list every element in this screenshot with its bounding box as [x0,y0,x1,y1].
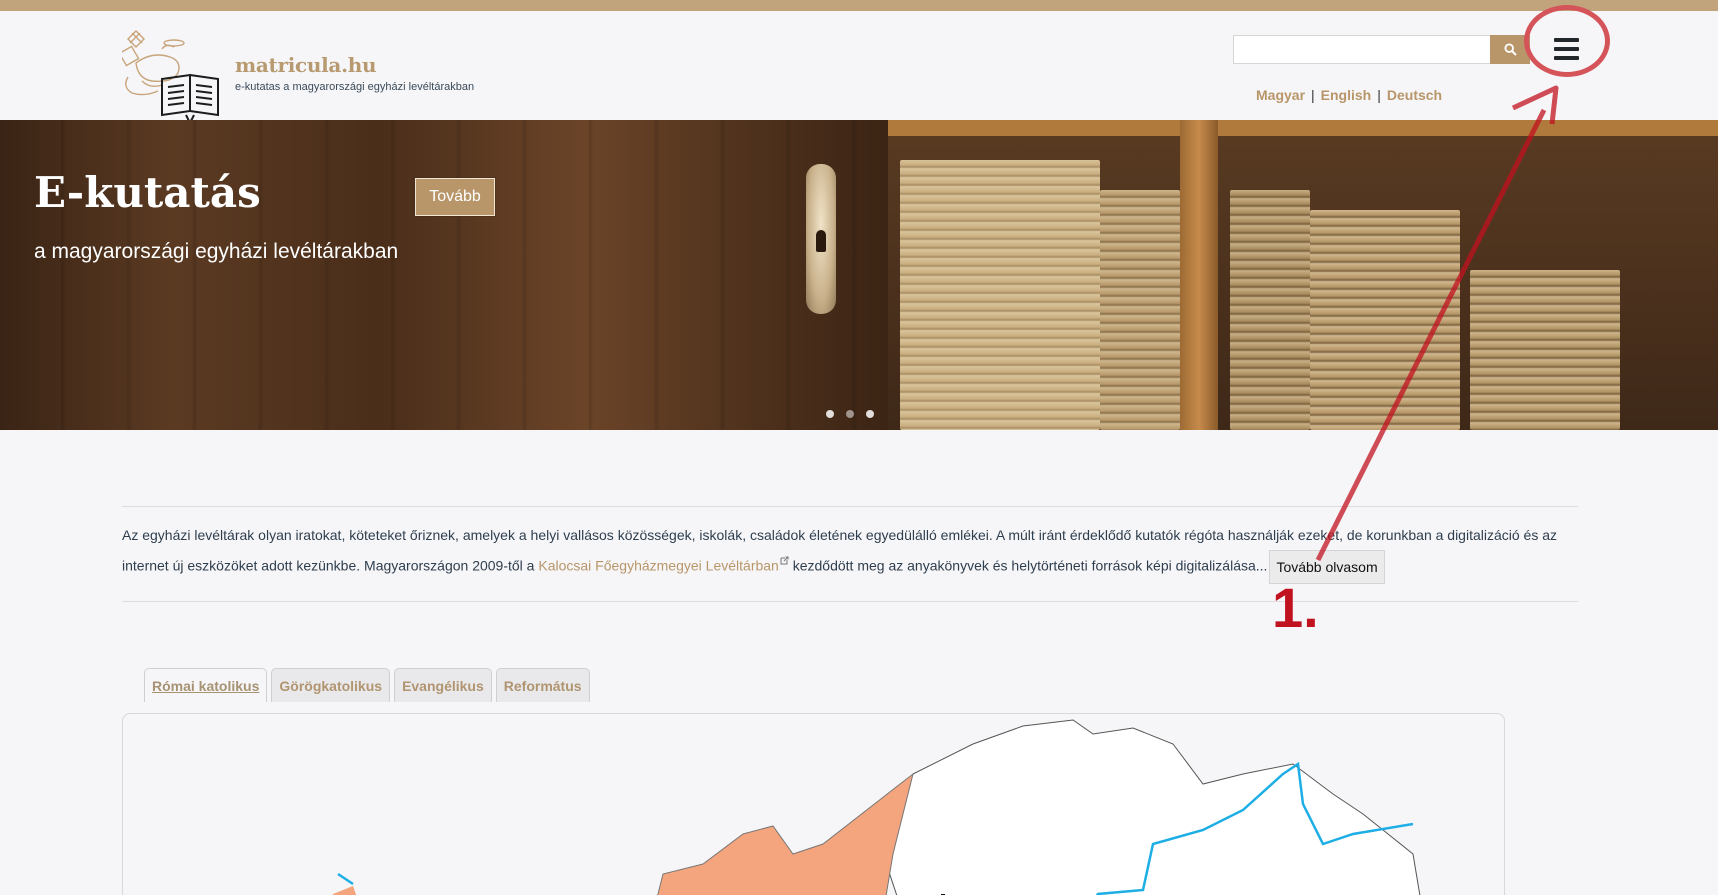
paper-stack [1470,270,1620,430]
hungary-diocese-map[interactable] [123,714,1505,895]
lang-separator: | [1377,87,1381,103]
lang-link-english[interactable]: English [1321,87,1372,103]
map-region-white[interactable] [882,719,1423,895]
intro-text-continued: kezdődött meg az anyakönyvek és helytört… [788,557,1268,574]
paper-stack [900,160,1100,430]
tab-greek-catholic[interactable]: Görögkatolikus [271,668,391,702]
diocese-map-panel [122,713,1505,895]
language-switcher: Magyar | English | Deutsch [1256,87,1442,103]
paper-stack [1310,210,1460,430]
site-name[interactable]: matricula.hu [235,53,377,77]
map-border-blue-small [337,872,354,886]
site-logo[interactable] [122,27,232,125]
annotation-step-label: 1. [1272,576,1319,639]
hero-carousel: E-kutatás a magyarországi egyházi levélt… [0,120,1718,430]
intro-paragraph: Az egyházi levéltárak olyan iratokat, kö… [122,521,1582,584]
tab-evangelical[interactable]: Evangélikus [394,668,492,702]
map-region-orange[interactable] [653,772,914,895]
divider-line [122,601,1578,602]
site-header: matricula.hu e-kutatas a magyarországi e… [0,11,1718,125]
denomination-tabs: Római katolikus Görögkatolikus Evangélik… [144,668,590,702]
carousel-dot[interactable] [846,410,854,418]
shelf-board [888,120,1718,136]
top-accent-bar [0,0,1718,11]
paper-stack [1100,190,1180,430]
external-link-icon [780,556,789,565]
carousel-indicators [826,410,874,418]
hero-title: E-kutatás [34,168,261,217]
lang-link-magyar[interactable]: Magyar [1256,87,1305,103]
site-tagline: e-kutatas a magyarországi egyházi levélt… [235,81,475,93]
shelf-divider [1180,120,1218,430]
lang-separator: | [1311,87,1315,103]
search-input[interactable] [1233,35,1491,64]
keyhole [816,230,826,252]
tab-reformed[interactable]: Református [495,668,590,702]
divider-line [122,506,1578,507]
carousel-dot[interactable] [866,410,874,418]
search-icon [1503,43,1517,56]
map-region-orange-small[interactable] [328,886,363,895]
hero-more-button[interactable]: Tovább [415,178,495,216]
annotation-circle [1524,5,1610,77]
carousel-dot[interactable] [826,410,834,418]
paper-stack [1230,190,1310,430]
kalocsa-archive-link[interactable]: Kalocsai Főegyházmegyei Levéltárban [538,558,778,574]
lang-link-deutsch[interactable]: Deutsch [1387,87,1442,103]
hero-subtitle: a magyarországi egyházi levéltárakban [34,240,399,263]
tab-roman-catholic[interactable]: Római katolikus [144,668,268,702]
